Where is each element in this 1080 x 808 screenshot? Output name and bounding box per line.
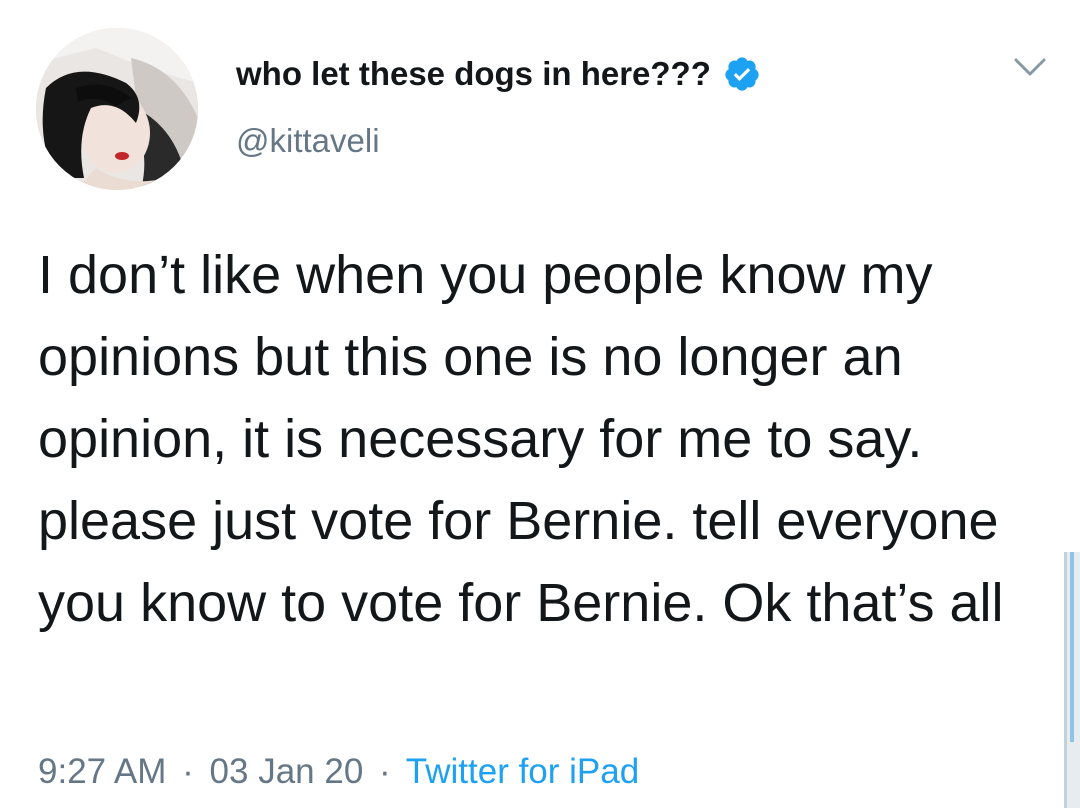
tweet-card: who let these dogs in here??? @kittaveli… [0, 0, 1080, 808]
avatar[interactable] [36, 28, 198, 190]
meta-separator: · [379, 752, 391, 791]
user-handle[interactable]: @kittaveli [236, 122, 380, 160]
tweet-time[interactable]: 9:27 AM [38, 752, 166, 791]
avatar-photo [36, 28, 198, 190]
tweet-text: I don’t like when you people know my opi… [38, 245, 1014, 633]
scrollbar[interactable] [1064, 552, 1080, 808]
scrollbar-thumb[interactable] [1070, 552, 1074, 742]
author-row: who let these dogs in here??? [236, 52, 761, 96]
meta-separator: · [182, 752, 194, 791]
tweet-source-link[interactable]: Twitter for iPad [406, 752, 639, 791]
tweet-date[interactable]: 03 Jan 20 [210, 752, 364, 791]
display-name[interactable]: who let these dogs in here??? [236, 55, 711, 93]
chevron-down-icon[interactable] [1012, 54, 1048, 82]
verified-badge-icon [723, 55, 761, 93]
tweet-meta: 9:27 AM · 03 Jan 20 · Twitter for iPad [38, 752, 639, 792]
